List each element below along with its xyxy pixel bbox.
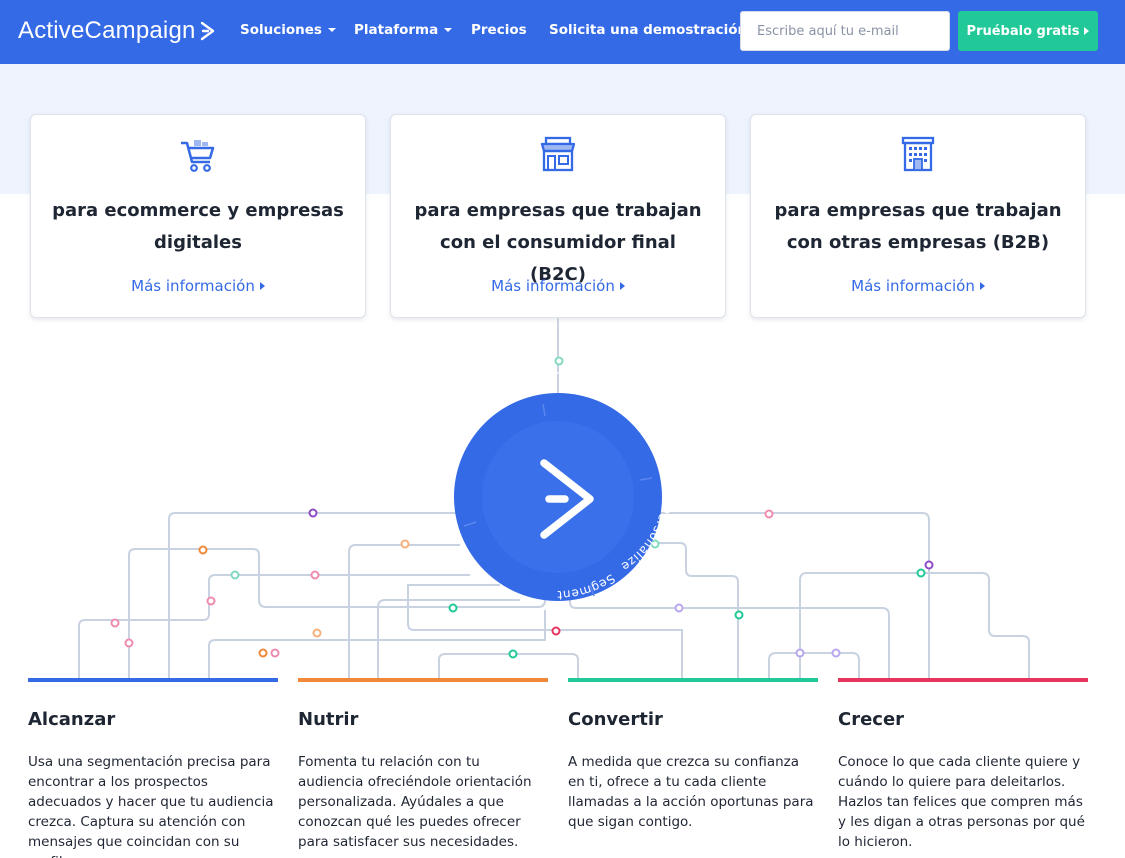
more-info-link[interactable]: Más información xyxy=(31,277,365,295)
column-title: Convertir xyxy=(568,709,663,730)
more-info-label: Más información xyxy=(131,277,255,295)
card-b2c[interactable]: para empresas que trabajan con el consum… xyxy=(390,114,726,318)
logo-text: ActiveCampaign xyxy=(18,17,196,44)
office-building-icon xyxy=(901,136,935,172)
column-title: Nutrir xyxy=(298,709,359,730)
column-text: Usa una segmentación precisa para encont… xyxy=(28,754,274,858)
column-title: Crecer xyxy=(838,709,905,730)
caret-down-icon xyxy=(327,28,336,32)
hub: Orchestrate Automate Segment Personalize xyxy=(454,368,673,602)
more-info-label: Más información xyxy=(491,277,615,295)
logo-chevron-icon xyxy=(200,21,214,41)
card-ecommerce[interactable]: para ecommerce y empresas digitales Más … xyxy=(30,114,366,318)
more-info-link[interactable]: Más información xyxy=(751,277,1085,295)
try-free-label: Pruébalo gratis xyxy=(966,23,1080,39)
column-text: Conoce lo que cada cliente quiere y cuán… xyxy=(838,754,1085,850)
logo[interactable]: ActiveCampaign xyxy=(18,17,216,45)
column-text: Fomenta tu relación con tu audiencia ofr… xyxy=(298,754,532,850)
column-nutrir: Nutrir Fomenta tu relación con tu audien… xyxy=(298,678,548,852)
nav-plataforma-label: Plataforma xyxy=(354,22,439,38)
svg-text:Orchestrate: Orchestrate xyxy=(501,368,583,397)
more-info-link[interactable]: Más información xyxy=(391,277,725,295)
card-title: para empresas que trabajan con otras emp… xyxy=(774,200,1062,253)
shopping-cart-icon xyxy=(181,140,215,172)
nav-plataforma[interactable]: Plataforma xyxy=(354,22,453,38)
email-input[interactable] xyxy=(740,11,950,51)
card-title: para ecommerce y empresas digitales xyxy=(52,200,344,253)
column-crecer: Crecer Conoce lo que cada cliente quiere… xyxy=(838,678,1088,852)
nav-demo-label: Solicita una demostración xyxy=(549,22,748,38)
nav-soluciones-label: Soluciones xyxy=(240,22,322,38)
column-convertir: Convertir A medida que crezca su confian… xyxy=(568,678,818,832)
column-bar xyxy=(298,678,548,682)
column-bar xyxy=(838,678,1088,682)
card-b2b[interactable]: para empresas que trabajan con otras emp… xyxy=(750,114,1086,318)
flow-diagram: Orchestrate Automate Segment Personalize xyxy=(78,318,1030,682)
caret-right-icon xyxy=(979,282,985,290)
nav-demo[interactable]: Solicita una demostración xyxy=(549,22,747,38)
caret-down-icon xyxy=(444,28,453,32)
column-bar xyxy=(28,678,278,682)
storefront-icon xyxy=(540,136,576,172)
caret-right-icon xyxy=(619,282,625,290)
top-nav: ActiveCampaign Soluciones Plataforma Pre… xyxy=(0,0,1125,64)
nav-precios-label: Precios xyxy=(471,22,527,38)
caret-right-icon xyxy=(259,282,265,290)
column-alcanzar: Alcanzar Usa una segmentación precisa pa… xyxy=(28,678,278,858)
hub-label-orchestrate: Orchestrate xyxy=(501,368,583,397)
caret-right-icon xyxy=(1084,27,1090,35)
column-title: Alcanzar xyxy=(28,709,116,730)
column-bar xyxy=(568,678,818,682)
nav-soluciones[interactable]: Soluciones xyxy=(240,22,336,38)
column-text: A medida que crezca su confianza en ti, … xyxy=(568,754,814,830)
more-info-label: Más información xyxy=(851,277,975,295)
try-free-button[interactable]: Pruébalo gratis xyxy=(958,11,1098,51)
nav-precios[interactable]: Precios xyxy=(471,22,527,38)
